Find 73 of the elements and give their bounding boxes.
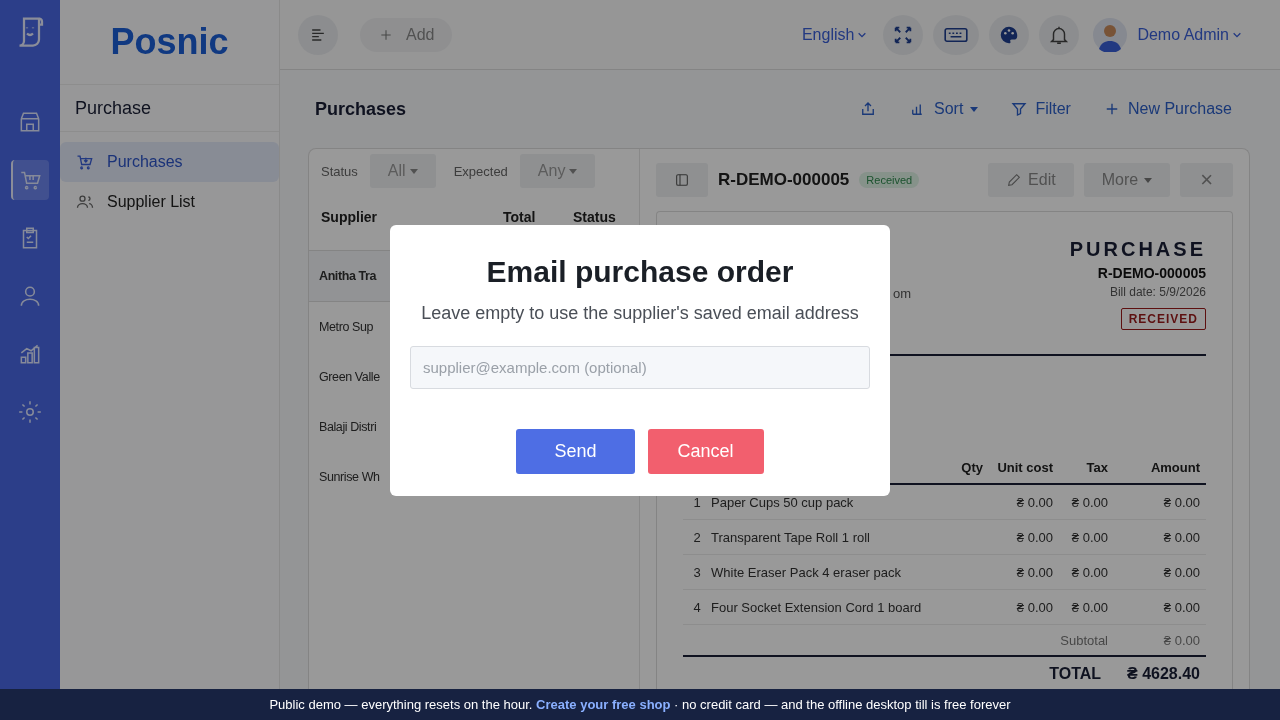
unit-cost: ₴ 0.00	[1015, 529, 1053, 545]
bill-date: Bill date: 5/9/2026	[1109, 285, 1206, 299]
caret-icon	[569, 168, 578, 174]
document-number: R-DEMO-000005	[1097, 265, 1206, 281]
line-amount: ₴ 0.00	[1162, 599, 1200, 615]
panel-toggle-button[interactable]	[656, 163, 708, 197]
keyboard-icon	[943, 25, 970, 44]
dialog-title: Email purchase order	[486, 254, 794, 289]
add-button[interactable]: Add	[360, 17, 453, 52]
dialog-subtitle: Leave empty to use the supplier's saved email address	[421, 302, 859, 324]
pencil-icon	[1006, 172, 1023, 188]
brand-logo: Posnic	[110, 21, 229, 63]
line-amount: ₴ 0.00	[1162, 564, 1200, 580]
email-field[interactable]: supplier@example.com (optional)	[410, 345, 870, 389]
edit-button[interactable]: Edit	[988, 163, 1074, 197]
subtotal-label: Subtotal	[1060, 632, 1108, 648]
total-label: TOTAL	[1049, 665, 1102, 683]
language-dropdown[interactable]: English	[801, 25, 868, 44]
column-header: Unit cost	[996, 459, 1053, 475]
line-number: 1	[692, 494, 702, 510]
column-header: Total	[503, 209, 537, 225]
unit-cost: ₴ 0.00	[1015, 599, 1053, 615]
filter-label: Status	[321, 163, 358, 179]
column-header: Status	[573, 209, 617, 225]
email-text: om	[893, 286, 912, 301]
filter-icon	[1010, 100, 1029, 118]
tax-amount: ₴ 0.00	[1070, 494, 1108, 510]
user-menu[interactable]: Demo Admin	[1137, 25, 1242, 44]
filter-label: Expected	[453, 163, 508, 179]
menu-button[interactable]	[298, 14, 338, 55]
column-header: Qty	[960, 459, 983, 475]
filter-button[interactable]: Filter	[1010, 100, 1071, 118]
purchase-number: R-DEMO-000005	[718, 170, 850, 190]
signup-link[interactable]: Create your free shop	[536, 697, 671, 712]
item-description: Four Socket Extension Cord 1 board	[711, 599, 923, 615]
rail-nav-button[interactable]	[11, 160, 49, 200]
column-header: Amount	[1149, 459, 1200, 475]
item-description: White Eraser Pack 4 eraser pack	[711, 564, 903, 580]
column-header: Tax	[1085, 459, 1108, 475]
status-badge: Received	[859, 172, 920, 188]
tax-amount: ₴ 0.00	[1070, 599, 1108, 615]
sidebar-item[interactable]: Supplier List	[60, 182, 279, 222]
new-button[interactable]: New Purchase	[1102, 100, 1232, 118]
total-value: ₴ 4628.40	[1127, 665, 1200, 683]
sort-button[interactable]: Sort	[909, 100, 979, 118]
status-stamp: RECEIVED	[1120, 308, 1206, 330]
column-header: Supplier	[321, 209, 378, 225]
subtotal-value: ₴ 0.00	[1162, 632, 1200, 648]
unit-cost: ₴ 0.00	[1015, 494, 1053, 510]
line-number: 3	[692, 564, 702, 580]
caret-icon	[1144, 177, 1153, 183]
item-description: Paper Cups 50 cup pack	[711, 494, 855, 510]
avatar-icon	[1093, 17, 1128, 52]
document-title: PURCHASE	[1069, 238, 1206, 261]
demo-notice: Public demo — everything resets on the hour. Create your free shop · no credit card — and the offline desktop till is free forever	[269, 697, 1011, 712]
section-title: Purchase	[75, 97, 152, 119]
item-description: Transparent Tape Roll 1 roll	[711, 529, 871, 545]
caret-icon	[970, 106, 979, 112]
send-button[interactable]: Send	[516, 428, 635, 474]
close-button[interactable]: ×	[1180, 163, 1233, 197]
line-number: 4	[692, 599, 702, 615]
more-dropdown[interactable]: More	[1083, 163, 1171, 197]
tax-amount: ₴ 0.00	[1070, 529, 1108, 545]
sidebar-item[interactable]: Purchases	[60, 142, 279, 182]
line-amount: ₴ 0.00	[1162, 529, 1200, 545]
line-number: 2	[692, 529, 702, 545]
line-amount: ₴ 0.00	[1162, 494, 1200, 510]
caret-icon	[409, 168, 418, 174]
sidebar-icon	[674, 172, 690, 188]
unit-cost: ₴ 0.00	[1015, 564, 1053, 580]
cancel-button[interactable]: Cancel	[647, 428, 764, 474]
page-title: Purchases	[315, 98, 407, 120]
tax-amount: ₴ 0.00	[1070, 564, 1108, 580]
